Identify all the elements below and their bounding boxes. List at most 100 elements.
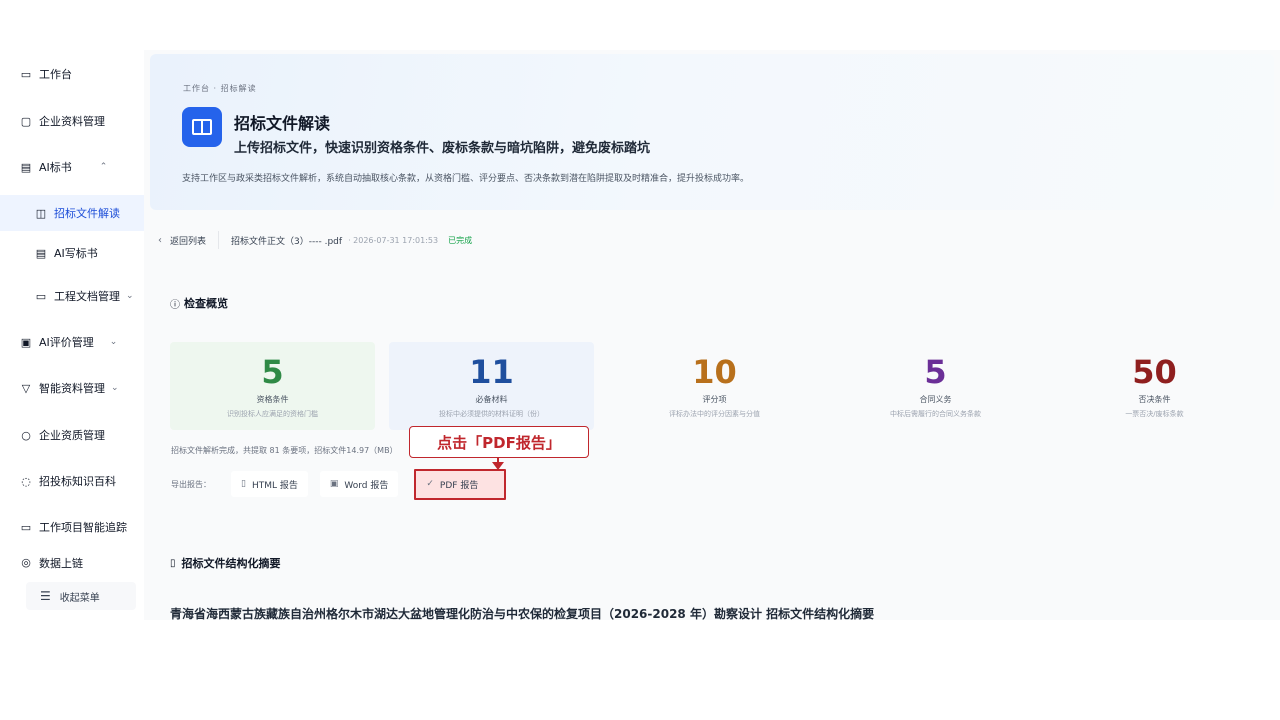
stat-label: 资格条件	[256, 395, 289, 404]
sidebar-item-label: 招标文件解读	[54, 207, 120, 220]
sidebar-item-label: 智能资料管理	[39, 382, 105, 395]
stat-card-qualifications[interactable]: 5 资格条件 识别投标人应满足的资格门槛	[170, 342, 375, 430]
sidebar-item-ai-write[interactable]: ▤ AI写标书	[0, 235, 144, 271]
sidebar-item-workbench[interactable]: ▭ 工作台	[0, 56, 144, 92]
file-icon: ▯	[241, 479, 246, 489]
gear-icon: ◎	[21, 555, 31, 569]
export-label: 导出报告：	[171, 479, 211, 489]
collapse-menu-label: 收起菜单	[59, 592, 100, 604]
pdf-icon: ✓	[426, 479, 434, 489]
pdf-report-button[interactable]: ✓ PDF 报告	[414, 468, 507, 500]
sidebar: ▭ 工作台 ▢ 企业资料管理 ▤ AI标书 ⌃ ◫ 招标文件解读 ▤ AI写标书…	[0, 50, 144, 620]
status-badge: 已完成	[448, 235, 473, 245]
sidebar-item-tracking[interactable]: ▭ 工作项目智能追踪	[0, 509, 144, 545]
folder-icon: ▭	[35, 289, 47, 303]
stat-value: 11	[469, 353, 514, 391]
stat-label: 否决条件	[1138, 395, 1171, 404]
app-window: ▭ 工作台 ▢ 企业资料管理 ▤ AI标书 ⌃ ◫ 招标文件解读 ▤ AI写标书…	[0, 0, 1280, 720]
arrow-down-icon	[492, 462, 504, 470]
page-subtitle: 上传招标文件，快速识别资格条件、废标条款与暗坑陷阱，避免废标踏坑	[234, 141, 651, 156]
stat-card-contract-obligations[interactable]: 5 合同义务 中标后需履行的合同义务条款	[833, 342, 1038, 430]
back-label: 返回列表	[170, 236, 207, 247]
summary-title: 招标文件结构化摘要	[181, 557, 281, 570]
page-title: 招标文件解读	[234, 114, 331, 133]
hero-banner: 工作台 · 招标解读 招标文件解读 上传招标文件，快速识别资格条件、废标条款与暗…	[150, 54, 1274, 210]
chevron-down-icon[interactable]: ⌄	[110, 337, 118, 347]
sidebar-item-label: 工作项目智能追踪	[39, 521, 127, 534]
summary-heading: ▯ 招标文件结构化摘要	[170, 555, 281, 571]
sidebar-item-chain[interactable]: ◎ 数据上链	[0, 555, 144, 573]
document-icon: ▤	[20, 160, 32, 174]
monitor-icon: ▭	[20, 67, 32, 81]
file-timestamp: · 2026-07-31 17:01:53	[348, 235, 439, 245]
video-icon: ▭	[20, 520, 32, 534]
document-icon: ▯	[170, 557, 176, 569]
stat-label: 评分项	[702, 395, 727, 404]
sidebar-item-project-docs[interactable]: ▭ 工程文档管理 ⌄	[0, 278, 144, 314]
annotation-callout: 点击「PDF报告」	[409, 426, 589, 458]
briefcase-icon: ▢	[20, 114, 32, 128]
stat-value: 5	[261, 353, 284, 391]
sidebar-item-smart-data[interactable]: ▽ 智能资料管理 ⌄	[0, 370, 144, 406]
menu-icon: ☰	[40, 589, 51, 603]
stat-value: 5	[924, 353, 947, 391]
document-title: 青海省海西蒙古族藏族自治州格尔木市湖达大盆地管理化防治与中农保的检复项目（202…	[170, 607, 875, 620]
chat-icon: ◌	[21, 474, 31, 488]
page-description: 支持工作区与政采类招标文件解析，系统自动抽取核心条款，从资格门槛、评分要点、否决…	[182, 174, 750, 184]
chart-icon: ▣	[20, 335, 32, 349]
stat-description: 投标中必须提供的材料证明（份）	[439, 410, 544, 418]
sidebar-item-label: 工程文档管理	[54, 290, 120, 303]
analysis-footnote: 招标文件解析完成，共提取 81 条要项，招标文件14.97（MB）	[171, 446, 398, 455]
file-name: 招标文件正文（3）---- .pdf	[231, 236, 343, 247]
breadcrumb: 工作台 · 招标解读	[183, 84, 257, 93]
stat-value: 50	[1132, 353, 1177, 391]
html-report-label: HTML 报告	[251, 480, 298, 491]
stat-label: 合同义务	[919, 395, 952, 404]
back-to-list-button[interactable]: ‹ 返回列表	[158, 231, 220, 249]
chevron-down-icon[interactable]: ⌄	[126, 291, 134, 301]
stat-value: 10	[692, 353, 737, 391]
pdf-report-label: PDF 报告	[439, 480, 479, 491]
sidebar-item-tender-analysis[interactable]: ◫ 招标文件解读	[0, 195, 144, 231]
sidebar-item-ai-evaluation[interactable]: ▣ AI评价管理 ⌄	[0, 324, 144, 360]
stat-description: 评标办法中的评分因素与分值	[669, 410, 760, 418]
filter-icon: ▽	[21, 381, 31, 395]
overview-title: 检查概览	[184, 297, 228, 310]
sidebar-item-label: 企业资质管理	[39, 429, 105, 442]
chevron-up-icon[interactable]: ⌃	[100, 162, 108, 172]
sidebar-item-knowledge[interactable]: ◌ 招投标知识百科	[0, 463, 144, 499]
stat-description: 中标后需履行的合同义务条款	[890, 410, 981, 418]
stat-description: 识别投标人应满足的资格门槛	[227, 410, 318, 418]
word-icon: ▣	[329, 479, 339, 489]
stat-card-veto-conditions[interactable]: 50 否决条件 一票否决/废标条款	[1052, 342, 1257, 430]
sidebar-item-label: AI标书	[39, 161, 72, 174]
info-icon: ⓘ	[170, 299, 180, 311]
sidebar-item-label: AI评价管理	[39, 336, 94, 349]
stat-description: 一票否决/废标条款	[1125, 410, 1184, 418]
file-icon: ▤	[35, 246, 47, 260]
overview-heading: ⓘ 检查概览	[170, 295, 228, 311]
sidebar-item-ai-bid[interactable]: ▤ AI标书 ⌃	[0, 149, 144, 185]
stat-card-required-materials[interactable]: 11 必备材料 投标中必须提供的材料证明（份）	[389, 342, 594, 430]
main-content: 工作台 · 招标解读 招标文件解读 上传招标文件，快速识别资格条件、废标条款与暗…	[144, 50, 1280, 620]
chevron-left-icon: ‹	[158, 234, 162, 246]
book-icon	[182, 107, 222, 147]
search-icon: ○	[21, 428, 31, 442]
sidebar-item-label: 企业资料管理	[39, 115, 105, 128]
sidebar-item-qualification[interactable]: ○ 企业资质管理	[0, 417, 144, 453]
sidebar-item-label: 招投标知识百科	[39, 475, 116, 488]
export-row: 导出报告： ▯ HTML 报告 ▣ Word 报告 ✓ PDF 报告	[171, 468, 518, 500]
stat-card-scoring-items[interactable]: 10 评分项 评标办法中的评分因素与分值	[612, 342, 817, 430]
book-icon: ◫	[35, 206, 47, 220]
collapse-menu-button[interactable]: ☰ 收起菜单	[26, 582, 136, 610]
sidebar-item-label: 工作台	[39, 68, 72, 81]
sidebar-item-label: AI写标书	[54, 247, 98, 260]
sidebar-item-company-data[interactable]: ▢ 企业资料管理	[0, 103, 144, 139]
chevron-down-icon[interactable]: ⌄	[111, 383, 119, 393]
word-report-button[interactable]: ▣ Word 报告	[319, 471, 399, 497]
stat-label: 必备材料	[475, 395, 508, 404]
word-report-label: Word 报告	[344, 480, 389, 491]
file-toolbar: ‹ 返回列表 招标文件正文（3）---- .pdf · 2026-07-31 1…	[158, 228, 472, 252]
html-report-button[interactable]: ▯ HTML 报告	[231, 471, 308, 497]
sidebar-item-label: 数据上链	[39, 557, 83, 570]
